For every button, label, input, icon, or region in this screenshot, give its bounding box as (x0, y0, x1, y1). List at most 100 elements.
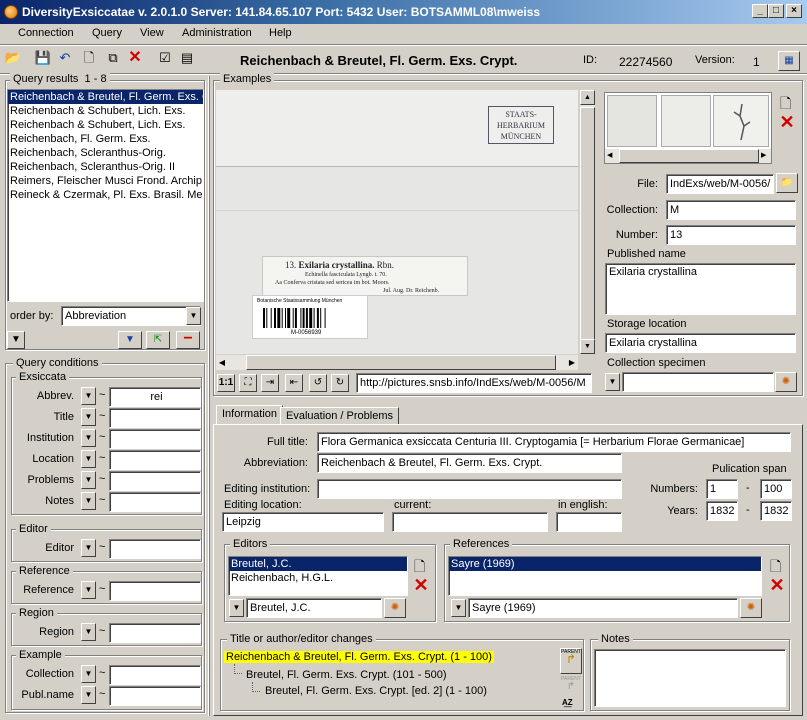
tab-evaluation-problems[interactable]: Evaluation / Problems (280, 407, 399, 425)
title-condition-input[interactable] (109, 408, 201, 428)
reference-dropdown[interactable]: ▼ (451, 599, 466, 617)
zoom-1-1-button[interactable]: 1:1 (217, 374, 235, 392)
set-parent-button[interactable]: PARENT ↱ (560, 648, 582, 674)
abbreviation-field[interactable]: Reichenbach & Breutel, Fl. Germ. Exs. Cr… (317, 453, 622, 473)
published-name-field[interactable]: Exilaria crystallina (605, 263, 796, 315)
collapse-button[interactable]: ▼ (7, 331, 25, 349)
collection-condition-input[interactable] (109, 665, 201, 685)
new-document-icon[interactable]: 🗋 (80, 49, 98, 67)
menu-help[interactable]: Help (269, 27, 292, 39)
change-item-current[interactable]: Reichenbach & Breutel, Fl. Germ. Exs. Cr… (224, 651, 494, 663)
reference-condition-input[interactable] (109, 581, 201, 601)
region-operator-dropdown[interactable]: ▼ (81, 623, 96, 641)
institution-condition-input[interactable] (109, 429, 201, 449)
menu-administration[interactable]: Administration (182, 27, 252, 39)
thumbnail-scrollbar[interactable]: ◀ ▶ (605, 149, 771, 163)
specimen-image[interactable]: STAATS- HERBARIUM MÜNCHEN 13. Exilaria c… (216, 90, 578, 354)
abbrev-condition-input[interactable]: rei (109, 387, 201, 407)
in-english-field[interactable] (556, 512, 622, 532)
thumbnail-image[interactable] (661, 95, 711, 147)
editor-condition-input[interactable] (109, 539, 201, 559)
list-item[interactable]: Reichenbach & Breutel, Fl. Germ. Exs. Cr… (8, 90, 203, 104)
list-item[interactable]: Breutel, J.C. (229, 557, 407, 571)
maximize-button[interactable]: □ (768, 4, 784, 18)
reference-operator-dropdown[interactable]: ▼ (81, 581, 96, 599)
order-by-select[interactable]: Abbreviation (61, 306, 201, 326)
list-item[interactable]: Reichenbach, Scleranthus-Orig. (8, 146, 203, 160)
number-field[interactable]: 13 (666, 225, 796, 245)
image-horizontal-scrollbar[interactable]: ◀ ▶ (216, 355, 578, 370)
tab-information[interactable]: Information (216, 405, 284, 425)
editors-list[interactable]: Breutel, J.C. Reichenbach, H.G.L. (228, 556, 408, 596)
abbrev-operator-dropdown[interactable]: ▼ (81, 387, 96, 405)
notes-operator-dropdown[interactable]: ▼ (81, 492, 96, 510)
location-operator-dropdown[interactable]: ▼ (81, 450, 96, 468)
list-item[interactable]: Reineck & Czermak, Pl. Exs. Brasil. Meri… (8, 188, 203, 202)
delete-image-icon[interactable]: ✕ (778, 113, 796, 131)
link-reference-icon[interactable]: ✺ (740, 598, 762, 618)
menu-query[interactable]: Query (92, 27, 122, 39)
delete-icon[interactable]: ✕ (126, 49, 144, 67)
remove-parent-button[interactable]: PARENT ↱ (560, 676, 582, 696)
sort-alphabet-icon[interactable]: A͟Z (562, 698, 573, 707)
list-item[interactable]: Reichenbach, H.G.L. (229, 571, 407, 585)
list-item[interactable]: Reichenbach & Schubert, Lich. Exs. (8, 104, 203, 118)
list-item[interactable]: Reichenbach & Schubert, Lich. Exs. (8, 118, 203, 132)
fit-width-icon[interactable]: ⇥ (261, 374, 279, 392)
current-location-field[interactable] (392, 512, 548, 532)
minimize-button[interactable]: _ (752, 4, 768, 18)
publname-condition-input[interactable] (109, 686, 201, 706)
collection-operator-dropdown[interactable]: ▼ (81, 665, 96, 683)
editor-dropdown[interactable]: ▼ (229, 599, 244, 617)
notes-field[interactable] (594, 649, 786, 707)
open-folder-icon[interactable]: 📂 (4, 49, 22, 67)
collection-specimen-field[interactable] (622, 372, 774, 392)
menu-view[interactable]: View (140, 27, 164, 39)
editor-select-field[interactable]: Breutel, J.C. (246, 598, 382, 618)
publname-operator-dropdown[interactable]: ▼ (81, 686, 96, 704)
years-to-field[interactable]: 1832 (760, 501, 792, 521)
remove-from-list-icon[interactable]: − (176, 331, 200, 349)
thumbnail-image[interactable] (607, 95, 657, 147)
numbers-to-field[interactable]: 100 (760, 479, 792, 499)
thumbnail-strip[interactable]: ◀ ▶ (604, 92, 772, 164)
references-list[interactable]: Sayre (1969) (448, 556, 762, 596)
list-item[interactable]: Reichenbach, Scleranthus-Orig. II (8, 160, 203, 174)
query-results-list[interactable]: Reichenbach & Breutel, Fl. Germ. Exs. Cr… (7, 89, 204, 302)
list-item[interactable]: Reimers, Fleischer Musci Frond. Archip. … (8, 174, 203, 188)
full-title-field[interactable]: Flora Germanica exsiccata Centuria III. … (317, 432, 791, 452)
years-from-field[interactable]: 1832 (706, 501, 738, 521)
rotate-right-icon[interactable]: ↻ (331, 374, 349, 392)
list-item[interactable]: Sayre (1969) (449, 557, 761, 571)
location-condition-input[interactable] (109, 450, 201, 470)
region-condition-input[interactable] (109, 623, 201, 643)
editing-location-field[interactable]: Leipzig (222, 512, 384, 532)
collection-specimen-dropdown[interactable]: ▼ (605, 373, 620, 391)
image-url-field[interactable]: http://pictures.snsb.info/IndExs/web/M-0… (356, 373, 592, 393)
rotate-left-icon[interactable]: ↺ (309, 374, 327, 392)
filter-icon[interactable]: ▼ (118, 331, 142, 349)
image-vertical-scrollbar[interactable]: ▲ ▼ (580, 90, 595, 354)
open-file-folder-icon[interactable]: 📁 (776, 173, 798, 193)
editing-institution-field[interactable] (317, 479, 622, 499)
problems-condition-input[interactable] (109, 471, 201, 491)
menu-connection[interactable]: Connection (18, 27, 74, 39)
file-field[interactable]: IndExs/web/M-0056/ (666, 174, 774, 194)
list-item[interactable]: Reichenbach, Fl. Germ. Exs. (8, 132, 203, 146)
title-operator-dropdown[interactable]: ▼ (81, 408, 96, 426)
fit-image-icon[interactable]: ⛶ (239, 374, 257, 392)
close-button[interactable]: × (786, 4, 802, 18)
collection-field[interactable]: M (666, 200, 796, 220)
storage-location-field[interactable]: Exilaria crystallina (605, 333, 796, 353)
order-by-dropdown-arrow[interactable]: ▼ (186, 307, 201, 325)
window-layout-button[interactable]: ▦ (778, 51, 800, 71)
thumbnail-image[interactable] (713, 95, 769, 147)
institution-operator-dropdown[interactable]: ▼ (81, 429, 96, 447)
editor-operator-dropdown[interactable]: ▼ (81, 539, 96, 557)
change-item[interactable]: Breutel, Fl. Germ. Exs. Crypt. [ed. 2] (… (265, 685, 487, 697)
change-item[interactable]: Breutel, Fl. Germ. Exs. Crypt. (101 - 50… (246, 669, 447, 681)
problems-operator-dropdown[interactable]: ▼ (81, 471, 96, 489)
numbers-from-field[interactable]: 1 (706, 479, 738, 499)
copy-icon[interactable]: ⧉ (104, 49, 122, 67)
fit-height-icon[interactable]: ⇤ (285, 374, 303, 392)
